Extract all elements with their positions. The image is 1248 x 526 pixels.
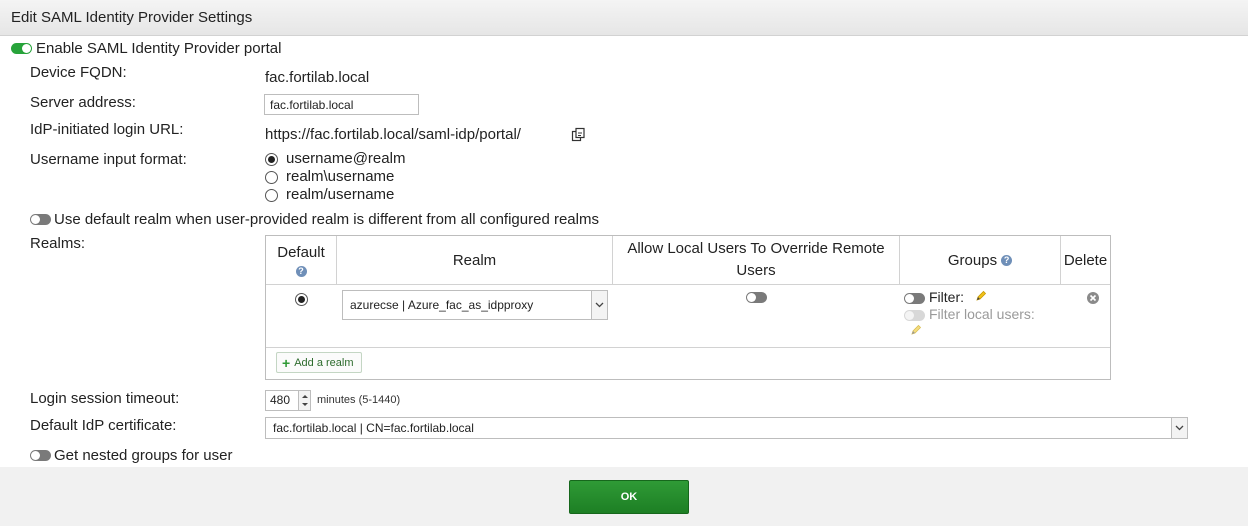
plus-icon: + <box>282 354 291 371</box>
realm-default-radio[interactable] <box>295 293 308 306</box>
header-groups-label: Groups <box>947 251 998 269</box>
login-timeout-unit: minutes (5-1440) <box>317 394 401 406</box>
server-address-label: Server address: <box>30 94 136 111</box>
copy-icon[interactable] <box>571 127 586 142</box>
username-format-option-2: realm\username <box>286 168 395 185</box>
allow-local-toggle[interactable] <box>746 292 767 303</box>
chevron-down-icon <box>1171 418 1187 438</box>
default-realm-label: Use default realm when user-provided rea… <box>54 211 599 228</box>
realm-select[interactable]: azurecse | Azure_fac_as_idpproxy <box>342 290 608 320</box>
filter-local-users-toggle[interactable] <box>904 310 925 321</box>
nested-groups-label: Get nested groups for user <box>54 447 233 464</box>
idp-login-url-label: IdP-initiated login URL: <box>30 121 184 138</box>
groups-help-icon[interactable]: ? <box>1001 254 1013 266</box>
header-default-label: Default <box>277 243 325 261</box>
device-fqdn-value: fac.fortilab.local <box>265 69 370 86</box>
ok-button[interactable]: OK <box>569 480 689 514</box>
filter-label: Filter: <box>929 289 964 305</box>
username-format-option-1: username@realm <box>286 150 406 167</box>
header-allow-local-label: Allow Local Users To Override Remote Use… <box>627 240 885 279</box>
login-timeout-label: Login session timeout: <box>30 390 180 407</box>
enable-portal-toggle[interactable] <box>11 43 32 54</box>
server-address-input[interactable] <box>264 94 419 115</box>
pencil-icon[interactable] <box>975 290 987 302</box>
radio-realm-backslash-username[interactable] <box>265 171 278 184</box>
filter-toggle[interactable] <box>904 293 925 304</box>
idp-certificate-value: fac.fortilab.local | CN=fac.fortilab.loc… <box>273 421 474 435</box>
header-delete: Delete <box>1061 236 1110 285</box>
header-delete-label: Delete <box>1063 251 1108 269</box>
pencil-icon[interactable] <box>910 324 922 336</box>
radio-realm-slash-username[interactable] <box>265 189 278 202</box>
nested-groups-toggle[interactable] <box>30 450 51 461</box>
idp-login-url-value: https://fac.fortilab.local/saml-idp/port… <box>265 126 521 143</box>
header-realm-label: Realm <box>452 251 497 269</box>
login-timeout-value: 480 <box>270 393 291 407</box>
filter-local-users-label: Filter local users: <box>929 306 1035 322</box>
header-default: Default ? <box>266 236 337 285</box>
username-format-label: Username input format: <box>30 151 187 168</box>
enable-portal-label: Enable SAML Identity Provider portal <box>36 40 282 57</box>
help-icon[interactable]: ? <box>295 265 307 277</box>
default-realm-toggle[interactable] <box>30 214 51 225</box>
realm-select-value: azurecse | Azure_fac_as_idpproxy <box>350 298 534 312</box>
delete-icon[interactable] <box>1086 291 1100 305</box>
device-fqdn-label: Device FQDN: <box>30 64 127 81</box>
radio-username-at-realm[interactable] <box>265 153 278 166</box>
login-timeout-stepper[interactable]: 480 <box>265 390 311 411</box>
realms-label: Realms: <box>30 235 86 252</box>
idp-certificate-select[interactable]: fac.fortilab.local | CN=fac.fortilab.loc… <box>265 417 1188 439</box>
header-realm: Realm <box>337 236 613 285</box>
dialog-title: Edit SAML Identity Provider Settings <box>0 0 1248 36</box>
header-groups: Groups ? <box>900 236 1061 285</box>
idp-certificate-label: Default IdP certificate: <box>30 417 177 434</box>
username-format-option-3: realm/username <box>286 186 395 203</box>
add-realm-label: Add a realm <box>294 356 354 369</box>
stepper-arrows[interactable] <box>298 391 310 410</box>
stepper-arrows-icon <box>302 395 308 406</box>
add-realm-button[interactable]: + Add a realm <box>276 352 362 373</box>
chevron-down-icon <box>591 291 607 319</box>
header-allow-local: Allow Local Users To Override Remote Use… <box>613 236 900 285</box>
